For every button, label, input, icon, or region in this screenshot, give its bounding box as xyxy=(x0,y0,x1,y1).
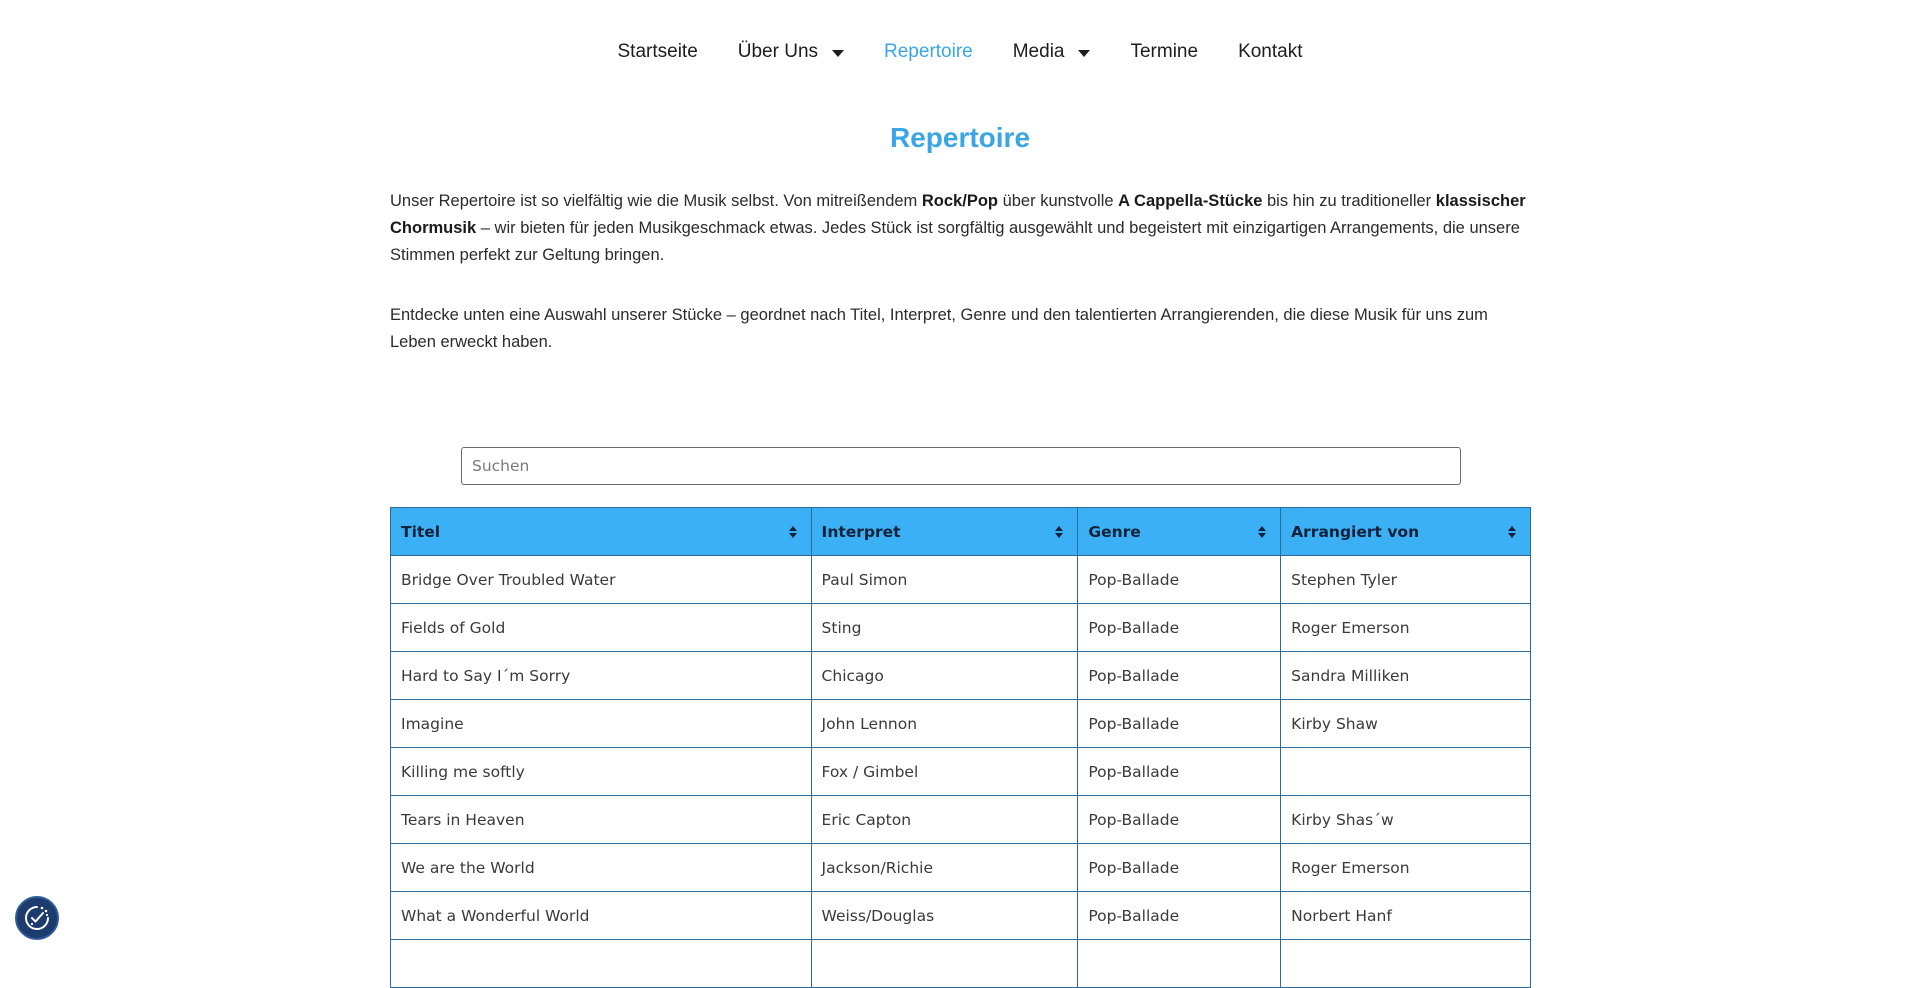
repertoire-table: Titel Interpret Genre Arrangiert von Bridge… xyxy=(390,507,1531,988)
table-cell: Eric Capton xyxy=(810,795,1079,844)
column-header-interpret[interactable]: Interpret xyxy=(810,507,1079,556)
intro-paragraph-2: Entdecke unten eine Auswahl unserer Stüc… xyxy=(390,306,1488,351)
nav-item-label: Startseite xyxy=(617,41,698,62)
cookie-consent-button[interactable] xyxy=(15,896,59,940)
nav-item-label: Über Uns xyxy=(737,41,819,62)
nav-item-label: Termine xyxy=(1130,41,1199,62)
table-cell: Stephen Tyler xyxy=(1280,555,1531,604)
cookie-consent-icon xyxy=(25,906,49,930)
table-row xyxy=(390,939,1531,988)
table-cell: Hard to Say I´m Sorry xyxy=(390,651,812,700)
table-cell xyxy=(810,939,1079,988)
main-navigation: Startseite Über Uns Repertoire Media Termine… xyxy=(0,0,1920,104)
table-cell: Sting xyxy=(810,603,1079,652)
column-header-label: Arrangiert von xyxy=(1291,522,1420,541)
column-header-label: Genre xyxy=(1088,522,1141,541)
intro-text: über kunstvolle xyxy=(998,192,1119,210)
caret-down-icon[interactable] xyxy=(1078,49,1091,57)
table-row: Tears in Heaven Eric Capton Pop-Ballade Kir… xyxy=(390,795,1531,844)
table-cell: Norbert Hanf xyxy=(1280,891,1531,940)
intro-text: – wir bieten für jeden Musikgeschmack et… xyxy=(390,219,1520,264)
table-cell: Pop-Ballade xyxy=(1077,699,1282,748)
intro-text: bis hin zu traditioneller xyxy=(1262,192,1436,210)
column-header-arrangiert-von[interactable]: Arrangiert von xyxy=(1280,507,1531,556)
table-cell: Pop-Ballade xyxy=(1077,795,1282,844)
table-row: We are the World Jackson/Richie Pop-Ballad… xyxy=(390,843,1531,892)
table-body: Bridge Over Troubled Water Paul Simon Pop-… xyxy=(390,555,1531,988)
nav-item-repertoire[interactable]: Repertoire xyxy=(864,41,993,63)
nav-item-label: Repertoire xyxy=(884,41,973,62)
table-cell: Paul Simon xyxy=(810,555,1079,604)
column-header-label: Titel xyxy=(401,522,441,541)
table-cell: Sandra Milliken xyxy=(1280,651,1531,700)
table-cell: Tears in Heaven xyxy=(390,795,812,844)
table-row: Imagine John Lennon Pop-Ballade Kirby Shaw xyxy=(390,699,1531,748)
table-cell xyxy=(390,939,812,988)
table-cell: We are the World xyxy=(390,843,812,892)
nav-item-startseite[interactable]: Startseite xyxy=(598,41,718,63)
nav-item-label: Media xyxy=(1012,41,1065,62)
table-cell: Pop-Ballade xyxy=(1077,651,1282,700)
caret-down-icon[interactable] xyxy=(832,49,845,57)
intro-emphasis: A Cappella-Stücke xyxy=(1118,192,1263,210)
table-cell: Pop-Ballade xyxy=(1077,603,1282,652)
table-row: Killing me softly Fox / Gimbel Pop-Ballade xyxy=(390,747,1531,796)
table-row: Hard to Say I´m Sorry Chicago Pop-Ballade S… xyxy=(390,651,1531,700)
table-cell: John Lennon xyxy=(810,699,1079,748)
table-cell: Kirby Shaw xyxy=(1280,699,1531,748)
intro-emphasis: Rock/Pop xyxy=(921,192,998,210)
table-cell: Kirby Shas´w xyxy=(1280,795,1531,844)
table-cell: Weiss/Douglas xyxy=(810,891,1079,940)
table-cell: Fox / Gimbel xyxy=(810,747,1079,796)
column-header-titel[interactable]: Titel xyxy=(390,507,812,556)
table-cell: Pop-Ballade xyxy=(1077,843,1282,892)
intro-paragraph-1: Unser Repertoire ist so vielfältig wie d… xyxy=(390,188,1530,269)
table-cell: Roger Emerson xyxy=(1280,843,1531,892)
nav-item-media[interactable]: Media xyxy=(993,41,1111,63)
table-row: What a Wonderful World Weiss/Douglas Pop-B… xyxy=(390,891,1531,940)
table-row: Bridge Over Troubled Water Paul Simon Pop-… xyxy=(390,555,1531,604)
table-cell: Killing me softly xyxy=(390,747,812,796)
column-header-label: Interpret xyxy=(821,522,901,541)
table-cell: Chicago xyxy=(810,651,1079,700)
search-input[interactable] xyxy=(461,447,1461,485)
table-cell: Bridge Over Troubled Water xyxy=(390,555,812,604)
nav-item-über-uns[interactable]: Über Uns xyxy=(718,41,864,63)
table-header-row: Titel Interpret Genre Arrangiert von xyxy=(390,507,1531,556)
table-cell xyxy=(1280,747,1531,796)
table-cell xyxy=(1280,939,1531,988)
sort-icon[interactable] xyxy=(1508,525,1516,538)
table-cell: Pop-Ballade xyxy=(1077,555,1282,604)
table-cell: Imagine xyxy=(390,699,812,748)
table-cell: Pop-Ballade xyxy=(1077,891,1282,940)
table-cell: Jackson/Richie xyxy=(810,843,1079,892)
nav-item-termine[interactable]: Termine xyxy=(1110,41,1218,63)
nav-item-label: Kontakt xyxy=(1238,41,1303,62)
page-title: Repertoire xyxy=(889,122,1031,153)
nav-list: Startseite Über Uns Repertoire Media Termine… xyxy=(598,41,1323,63)
table-cell: Roger Emerson xyxy=(1280,603,1531,652)
intro-text: Unser Repertoire ist so vielfältig wie d… xyxy=(390,192,922,210)
column-header-genre[interactable]: Genre xyxy=(1077,507,1282,556)
sort-icon[interactable] xyxy=(1055,525,1064,538)
table-cell: Fields of Gold xyxy=(390,603,812,652)
sort-icon[interactable] xyxy=(1258,525,1267,538)
nav-item-kontakt[interactable]: Kontakt xyxy=(1218,41,1322,63)
sort-icon[interactable] xyxy=(788,525,797,538)
table-cell: What a Wonderful World xyxy=(390,891,812,940)
table-cell: Pop-Ballade xyxy=(1077,747,1282,796)
table-row: Fields of Gold Sting Pop-Ballade Roger Emer… xyxy=(390,603,1531,652)
table-cell xyxy=(1077,939,1282,988)
